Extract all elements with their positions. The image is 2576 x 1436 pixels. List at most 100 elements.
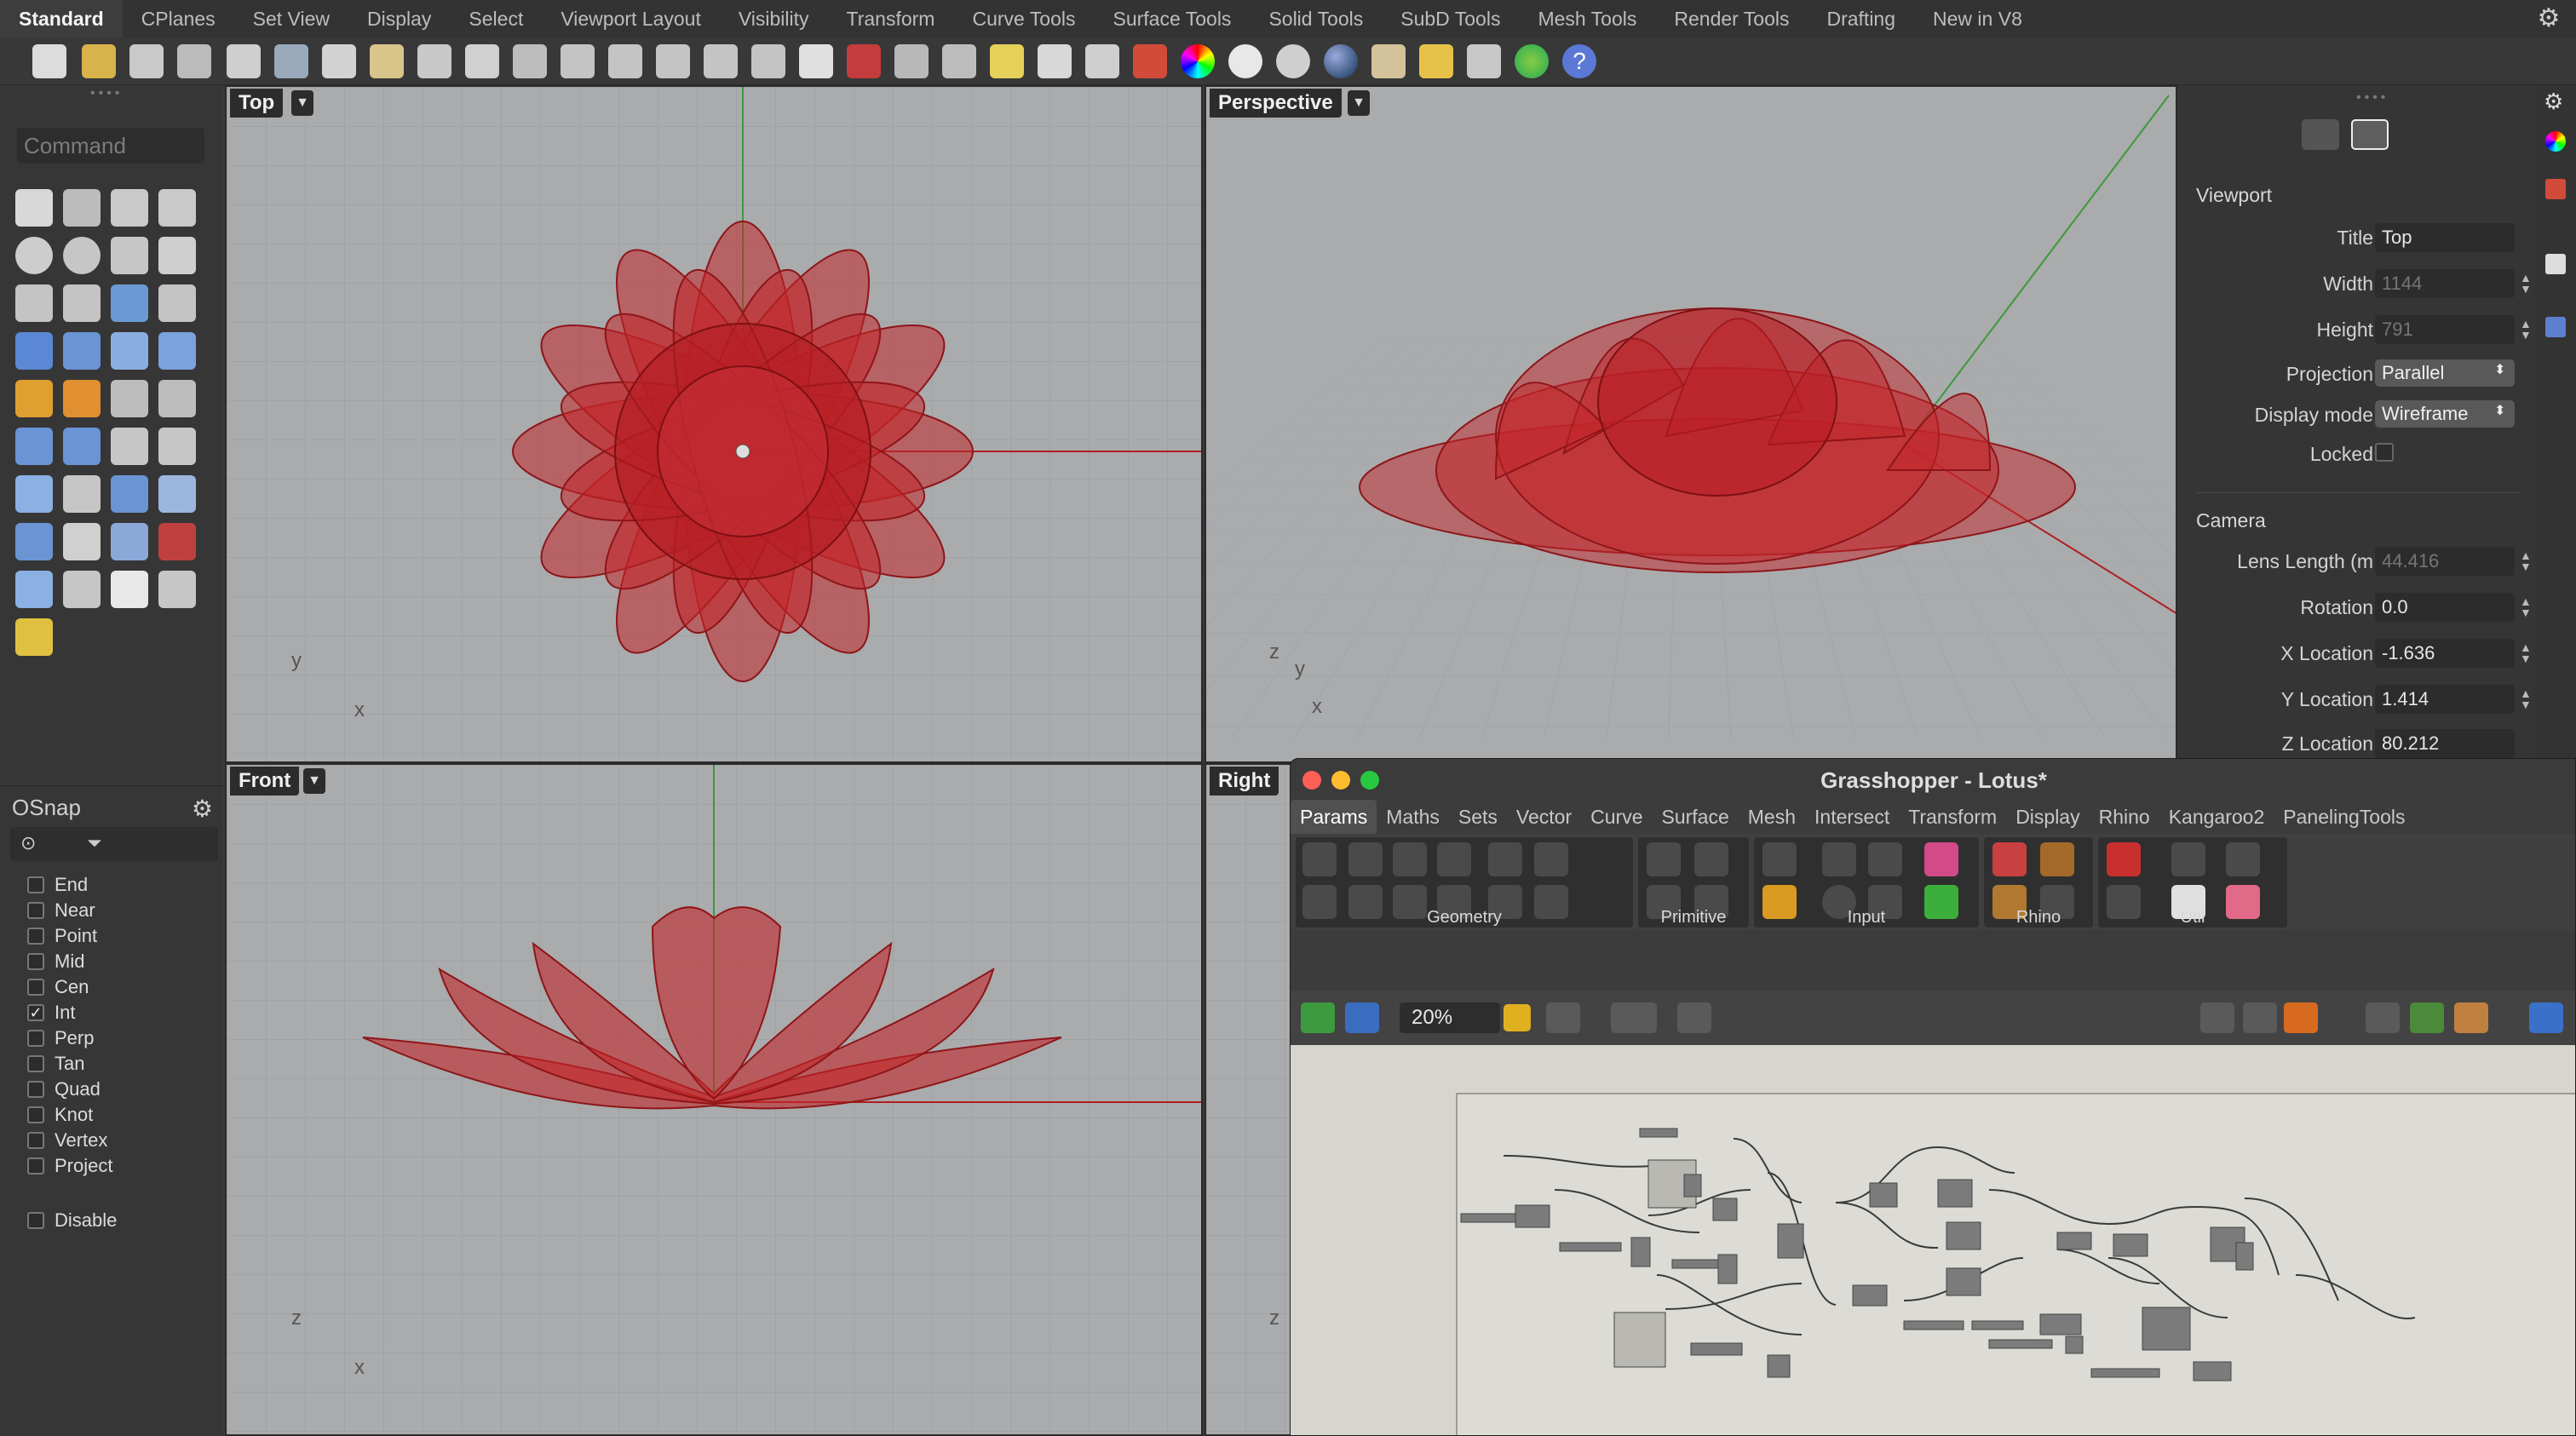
tab-new-in-v8[interactable]: New in V8 bbox=[1914, 0, 2041, 37]
surface-icon[interactable] bbox=[111, 284, 148, 322]
options-icon[interactable] bbox=[1467, 44, 1501, 78]
lightbulb-icon[interactable] bbox=[1038, 44, 1072, 78]
tab-mesh-tools[interactable]: Mesh Tools bbox=[1519, 0, 1655, 37]
checkbox-near[interactable] bbox=[27, 902, 44, 919]
solid-edit-icon[interactable] bbox=[158, 571, 196, 608]
snap-vertex[interactable]: Vertex bbox=[27, 1129, 107, 1152]
viewport-label-perspective[interactable]: Perspective bbox=[1210, 89, 1342, 118]
relay-arrow-icon[interactable] bbox=[2171, 842, 2205, 876]
undo-icon[interactable] bbox=[417, 44, 451, 78]
stepper-icon[interactable]: ▲ ▼ bbox=[2520, 596, 2532, 618]
split-icon[interactable] bbox=[63, 380, 101, 417]
arc-icon[interactable] bbox=[111, 237, 148, 274]
texture-param-icon[interactable] bbox=[2040, 842, 2074, 876]
zoom-extents-icon[interactable] bbox=[656, 44, 690, 78]
snap-tan[interactable]: Tan bbox=[27, 1052, 84, 1076]
explode-icon[interactable] bbox=[15, 380, 53, 417]
car-icon[interactable] bbox=[847, 44, 881, 78]
cherry-picker-icon[interactable] bbox=[2107, 842, 2141, 876]
chevron-down-icon[interactable]: ▼ bbox=[1348, 90, 1370, 116]
gh-tab-display[interactable]: Display bbox=[2006, 800, 2089, 834]
camera-icon[interactable] bbox=[2302, 119, 2339, 150]
updown-chevron-icon[interactable]: ⬍ bbox=[2494, 361, 2505, 378]
locked-checkbox[interactable] bbox=[2375, 443, 2394, 462]
plane-surface-icon[interactable] bbox=[158, 332, 196, 370]
pipe-icon[interactable] bbox=[158, 523, 196, 560]
array-icon[interactable] bbox=[111, 475, 148, 513]
x-location-field[interactable]: -1.636 bbox=[2375, 639, 2515, 668]
render-sphere-icon[interactable] bbox=[1228, 44, 1262, 78]
tab-render-tools[interactable]: Render Tools bbox=[1655, 0, 1808, 37]
layers-icon[interactable] bbox=[2545, 179, 2566, 199]
select-arrow-icon[interactable] bbox=[15, 189, 53, 227]
stepper-icon[interactable]: ▲ ▼ bbox=[2520, 550, 2532, 572]
checkbox-project[interactable] bbox=[27, 1157, 44, 1175]
polyline-icon[interactable] bbox=[111, 189, 148, 227]
preview-wire-icon[interactable] bbox=[2200, 1002, 2234, 1033]
material-param-icon[interactable] bbox=[1992, 842, 2027, 876]
snap-project[interactable]: Project bbox=[27, 1154, 112, 1178]
trim-icon[interactable] bbox=[111, 380, 148, 417]
stepper-icon[interactable]: ▲ ▼ bbox=[2520, 642, 2532, 664]
circle-param-icon[interactable] bbox=[1348, 842, 1383, 876]
open-folder-icon[interactable] bbox=[82, 44, 116, 78]
geometry-param-icon[interactable] bbox=[1302, 842, 1337, 876]
rotation-field[interactable]: 0.0 bbox=[2375, 593, 2515, 622]
undo-view-icon[interactable] bbox=[751, 44, 785, 78]
import-icon[interactable] bbox=[227, 44, 261, 78]
gh-tab-rhino[interactable]: Rhino bbox=[2090, 800, 2159, 834]
checkbox-point[interactable] bbox=[27, 928, 44, 945]
tab-solid-tools[interactable]: Solid Tools bbox=[1250, 0, 1382, 37]
snap-point[interactable]: Point bbox=[27, 924, 97, 948]
curve-param-icon[interactable] bbox=[1393, 842, 1427, 876]
rotate-icon[interactable] bbox=[111, 428, 148, 465]
gh-tab-transform[interactable]: Transform bbox=[1899, 800, 2006, 834]
tab-standard[interactable]: Standard bbox=[0, 0, 123, 37]
stepper-icon[interactable]: ▲ ▼ bbox=[2520, 319, 2532, 341]
fillet-curve-icon[interactable] bbox=[63, 284, 101, 322]
gradient-input-icon[interactable] bbox=[1924, 842, 1958, 876]
fence-icon[interactable] bbox=[63, 523, 101, 560]
bake-icon[interactable] bbox=[2410, 1002, 2444, 1033]
number-param-icon[interactable] bbox=[1647, 842, 1681, 876]
gh-tab-sets[interactable]: Sets bbox=[1449, 800, 1507, 834]
title-field[interactable]: Top bbox=[2375, 223, 2515, 252]
checkbox-int[interactable]: ✓ bbox=[27, 1004, 44, 1021]
print-icon[interactable] bbox=[177, 44, 211, 78]
box-icon[interactable] bbox=[15, 332, 53, 370]
lens-length-field[interactable]: 44.416 bbox=[2375, 547, 2515, 576]
updown-chevron-icon[interactable]: ⬍ bbox=[2494, 402, 2505, 419]
zoom-icon[interactable] bbox=[561, 44, 595, 78]
display-icon[interactable] bbox=[2545, 254, 2566, 274]
checkbox-end[interactable] bbox=[27, 876, 44, 893]
tab-drafting[interactable]: Drafting bbox=[1808, 0, 1914, 37]
polygon-icon[interactable] bbox=[15, 284, 53, 322]
snap-near[interactable]: Near bbox=[27, 899, 95, 922]
gh-tab-panelingtools[interactable]: PanelingTools bbox=[2274, 800, 2414, 834]
preview-shaded-icon[interactable] bbox=[2284, 1002, 2318, 1033]
offset-icon[interactable] bbox=[158, 284, 196, 322]
gear-icon[interactable]: ⚙ bbox=[2535, 5, 2562, 32]
checkbox-knot[interactable] bbox=[27, 1106, 44, 1123]
gear-icon[interactable]: ⚙ bbox=[192, 795, 213, 823]
snap-target-icon[interactable]: ⊙ bbox=[20, 832, 36, 854]
checkbox-perp[interactable] bbox=[27, 1030, 44, 1047]
sphere-preview-icon[interactable] bbox=[2529, 1002, 2563, 1033]
help-icon[interactable]: ? bbox=[1562, 44, 1596, 78]
gh-canvas[interactable] bbox=[1291, 1045, 2576, 1436]
zoom-level[interactable]: 20% bbox=[1400, 1002, 1500, 1033]
gh-tab-params[interactable]: Params bbox=[1291, 800, 1377, 834]
grid-array-icon[interactable] bbox=[111, 523, 148, 560]
gh-tab-maths[interactable]: Maths bbox=[1377, 800, 1449, 834]
z-location-field[interactable]: 80.212 bbox=[2375, 729, 2515, 758]
new-file-icon[interactable] bbox=[32, 44, 66, 78]
circle-icon[interactable] bbox=[15, 237, 53, 274]
y-location-field[interactable]: 1.414 bbox=[2375, 685, 2515, 714]
gh-tab-kangaroo2[interactable]: Kangaroo2 bbox=[2159, 800, 2274, 834]
viewport-front[interactable]: Front ▼ z x bbox=[225, 763, 1203, 1436]
checkbox-disable[interactable] bbox=[27, 1212, 44, 1229]
rectangle-icon[interactable] bbox=[158, 237, 196, 274]
viewport-label-front[interactable]: Front bbox=[230, 767, 299, 796]
gh-tab-curve[interactable]: Curve bbox=[1581, 800, 1652, 834]
sun-icon[interactable] bbox=[1419, 44, 1453, 78]
